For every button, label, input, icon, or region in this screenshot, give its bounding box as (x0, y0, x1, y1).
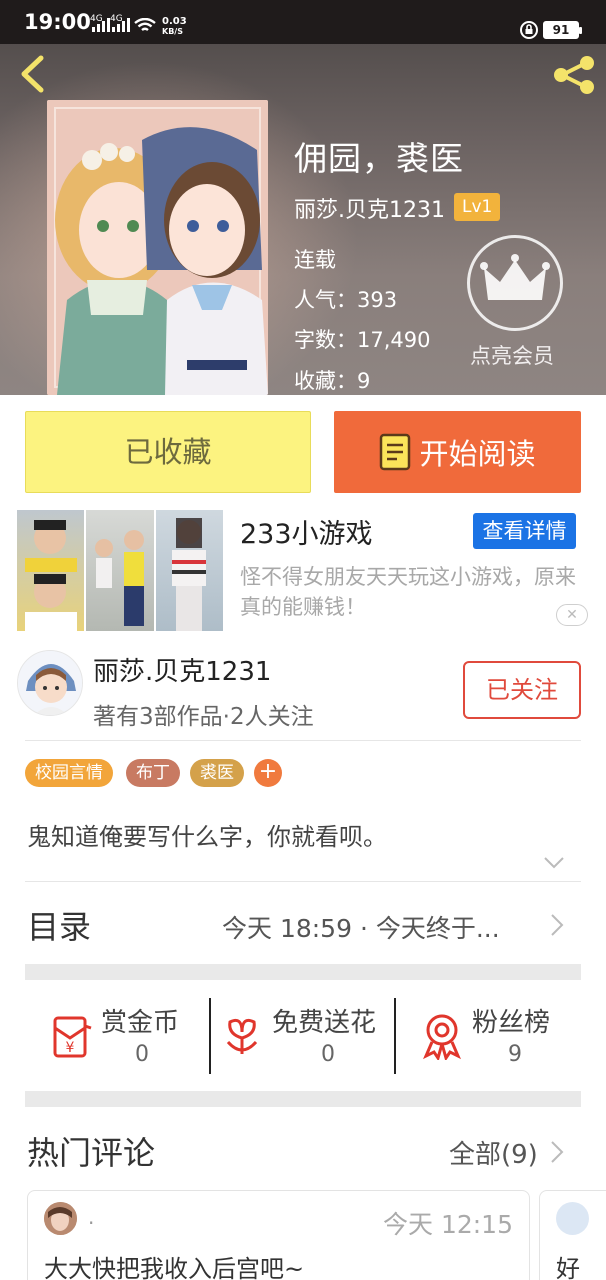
popularity-label: 人气： (294, 288, 357, 312)
commenter-avatar[interactable] (44, 1202, 77, 1235)
book-word-count: 字数：17,490 (294, 324, 430, 354)
section-separator (25, 964, 581, 980)
all-comments-link[interactable]: 全部(9) (449, 1134, 538, 1171)
reward-coins-value: 0 (135, 1042, 149, 1067)
collected-button[interactable]: 已收藏 (25, 411, 311, 493)
signal-icon (92, 18, 110, 32)
level-badge: Lv1 (454, 193, 501, 221)
author-avatar[interactable] (17, 650, 83, 716)
book-popularity: 人气：393 (294, 284, 397, 314)
speed-value: 0.03 (162, 16, 187, 27)
commenter-avatar[interactable] (556, 1202, 589, 1235)
ad-detail-button[interactable]: 查看详情 (473, 513, 576, 549)
book-title: 佣园，裘医 (294, 139, 464, 178)
ad-title[interactable]: 233小游戏 (240, 512, 373, 551)
ad-thumb-1 (17, 510, 85, 631)
chevron-down-icon[interactable] (543, 856, 565, 870)
book-header: 19:00 4G 4G 0.03 KB/S 91 佣园，裘医 丽莎.贝克1231… (0, 0, 606, 395)
stat-divider (394, 998, 396, 1074)
send-flower-value: 0 (321, 1042, 335, 1067)
rotation-lock-icon (520, 21, 538, 39)
ad-thumb-2 (86, 510, 154, 631)
red-envelope-icon: ¥ (53, 1016, 92, 1058)
share-icon[interactable] (550, 55, 598, 95)
wifi-icon (134, 18, 156, 31)
network-speed: 0.03 KB/S (162, 17, 187, 37)
book-author[interactable]: 丽莎.贝克1231 (294, 192, 445, 224)
favorites-value: 9 (357, 369, 371, 393)
catalog-latest-update[interactable]: 今天 18:59 · 今天终于... (222, 909, 500, 945)
back-arrow-icon[interactable] (14, 54, 54, 94)
comment-time: 今天 12:15 (383, 1210, 513, 1239)
ad-image[interactable] (17, 510, 223, 631)
send-flower-label: 免费送花 (272, 1008, 377, 1038)
start-reading-label: 开始阅读 (419, 437, 536, 471)
ad-thumb-3 (155, 510, 223, 631)
ad-close-button[interactable]: ✕ (556, 604, 588, 626)
medal-icon (423, 1014, 461, 1060)
ad-person-3 (171, 518, 206, 631)
status-bar: 19:00 4G 4G 0.03 KB/S 91 (0, 0, 606, 44)
author-name[interactable]: 丽莎.贝克1231 (93, 651, 271, 688)
tag-qiuyi[interactable]: 裘医 (190, 759, 244, 787)
words-label: 字数： (294, 328, 357, 352)
tag-campus-romance[interactable]: 校园言情 (25, 759, 113, 787)
svg-text:¥: ¥ (66, 1040, 75, 1056)
start-reading-button[interactable]: 开始阅读 (334, 411, 581, 493)
book-icon (380, 433, 411, 471)
stat-divider (209, 998, 211, 1074)
ad-description[interactable]: 怪不得女朋友天天玩这小游戏，原来真的能赚钱！ (240, 562, 580, 622)
avatar-illustration (18, 651, 82, 715)
divider (25, 881, 581, 882)
send-flower-button[interactable]: 免费送花 0 (218, 998, 392, 1074)
crown-icon (480, 254, 550, 300)
book-status: 连载 (294, 248, 336, 272)
comment-card[interactable]: 好 (539, 1190, 606, 1280)
comment-text: 好 (556, 1255, 580, 1280)
avatar-photo (44, 1202, 77, 1235)
ad-person-1 (25, 520, 77, 631)
author-meta: 著有3部作品·2人关注 (93, 704, 314, 730)
chevron-right-icon[interactable] (550, 913, 564, 937)
catalog-title[interactable]: 目录 (27, 902, 91, 948)
divider (25, 740, 581, 741)
flower-icon (226, 1018, 258, 1054)
favorites-label: 收藏： (294, 369, 357, 393)
comment-card[interactable]: . 今天 12:15 大大快把我收入后宫吧~ (27, 1190, 530, 1280)
speed-unit: KB/S (162, 27, 183, 36)
chevron-right-icon[interactable] (550, 1140, 564, 1164)
hot-comments-title: 热门评论 (27, 1134, 156, 1172)
reward-coins-button[interactable]: ¥ 赏金币 0 (45, 998, 205, 1074)
vip-button[interactable] (467, 235, 563, 331)
cover-illustration (47, 100, 268, 395)
reward-coins-label: 赏金币 (101, 1008, 180, 1038)
add-tag-button[interactable]: + (254, 759, 282, 787)
ad-person-2 (95, 530, 145, 626)
tag-pudding[interactable]: 布丁 (126, 759, 180, 787)
battery-indicator: 91 (543, 21, 582, 39)
comment-text: 大大快把我收入后宫吧~ (44, 1255, 305, 1280)
popularity-value: 393 (357, 288, 398, 312)
book-cover-image[interactable] (47, 100, 268, 395)
status-time: 19:00 (24, 10, 91, 34)
section-separator (25, 1091, 581, 1107)
follow-button[interactable]: 已关注 (463, 661, 581, 719)
signal-icon-2 (112, 18, 130, 32)
vip-label[interactable]: 点亮会员 (470, 340, 554, 370)
fan-ranking-button[interactable]: 粉丝榜 9 (418, 998, 578, 1074)
commenter-name[interactable]: . (88, 1205, 94, 1229)
book-favorites: 收藏：9 (294, 365, 370, 395)
book-intro: 鬼知道俺要写什么字，你就看呗。 (27, 823, 387, 851)
words-value: 17,490 (357, 328, 431, 352)
fan-ranking-value: 9 (508, 1042, 522, 1067)
fan-ranking-label: 粉丝榜 (472, 1008, 551, 1038)
